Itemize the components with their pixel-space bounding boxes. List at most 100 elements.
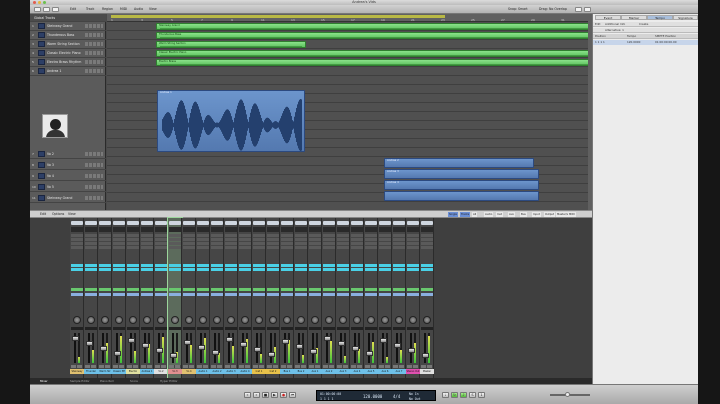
channel-strip[interactable]: Inst 1 [252,218,266,378]
eq-display[interactable] [197,227,209,232]
pan-knob-icon[interactable] [199,316,207,324]
output-slot[interactable] [379,293,391,296]
mute-solo-buttons[interactable] [113,365,125,368]
channel-strip[interactable]: Master [420,218,434,378]
track-header[interactable]: 5 Electro Brass Rhythm [30,58,106,67]
tempo-row[interactable]: 1 1 1 1 120.0000 01:00:00:00.00 [593,40,698,45]
channel-strip[interactable]: Audio 4 [238,218,252,378]
send-slot[interactable] [295,264,307,267]
plugin-slot[interactable] [225,246,237,249]
channel-strip[interactable]: Inst 2 [266,218,280,378]
send-slot[interactable] [211,264,223,267]
setting-button[interactable] [99,221,111,225]
region-electro-brass[interactable]: Electro Brass [156,59,592,66]
input-slot[interactable] [239,288,251,291]
plugin-slot[interactable] [169,238,181,241]
input-slot[interactable] [211,288,223,291]
setting-button[interactable] [183,221,195,225]
plugin-slot[interactable] [155,246,167,249]
eq-display[interactable] [99,227,111,232]
setting-button[interactable] [85,221,97,225]
channel-strip[interactable]: Steinway [70,218,84,378]
plugin-slot[interactable] [211,246,223,249]
tab-event[interactable]: Event [595,15,621,20]
mute-solo-buttons[interactable] [85,69,103,73]
plugin-slot[interactable] [197,246,209,249]
plugin-slot[interactable] [225,238,237,241]
pan-knob-icon[interactable] [101,316,109,324]
output-slot[interactable] [197,293,209,296]
channel-strip[interactable]: Aux 6 [378,218,392,378]
plugin-slot[interactable] [155,238,167,241]
menu-midi[interactable]: MIDI [120,7,127,12]
input-slot[interactable] [323,288,335,291]
drag-select[interactable]: No Overlap [549,7,567,12]
channel-strip[interactable]: Aux 5 [364,218,378,378]
bottom-tab[interactable]: Sample Editor [70,379,90,383]
channel-strip[interactable]: Vo 2 [154,218,168,378]
output-slot[interactable] [85,293,97,296]
plugin-slot[interactable] [71,234,83,237]
region-thunderous-bass[interactable]: Thunderous Bass [156,32,592,39]
output-slot[interactable] [211,293,223,296]
plugin-slot[interactable] [393,234,405,237]
mute-solo-buttons[interactable] [407,365,419,368]
fader-track[interactable] [284,333,286,363]
additional-info-toggle[interactable]: Additional Info [605,22,625,27]
fader-handle[interactable] [72,336,79,341]
output-slot[interactable] [281,293,293,296]
plugin-slot[interactable] [225,234,237,237]
pan-knob-icon[interactable] [115,316,123,324]
plugin-slot[interactable] [85,246,97,249]
fader-handle[interactable] [394,343,401,348]
plugin-slot[interactable] [239,234,251,237]
plugin-slot[interactable] [351,234,363,237]
mute-solo-buttons[interactable] [85,51,103,55]
input-slot[interactable] [337,288,349,291]
fader-handle[interactable] [86,341,93,346]
plugin-slot[interactable] [365,246,377,249]
plugin-slot[interactable] [421,246,433,249]
plugin-slot[interactable] [379,238,391,241]
mute-solo-buttons[interactable] [85,24,103,28]
fader-track[interactable] [88,333,90,363]
solo-icon[interactable]: S [469,392,476,398]
plugin-slot[interactable] [295,238,307,241]
channel-strip[interactable]: Audio 1 [196,218,210,378]
channel-strip[interactable]: Audio 2 [210,218,224,378]
library-button[interactable] [34,7,41,12]
mixer-filter-button[interactable]: Input [532,212,541,217]
setting-button[interactable] [225,221,237,225]
send-slot[interactable] [113,268,125,271]
input-slot[interactable] [281,288,293,291]
channel-strip[interactable]: Bus 1 [280,218,294,378]
column-tempo[interactable]: Tempo [627,34,636,39]
pan-knob-icon[interactable] [311,316,319,324]
pan-knob-icon[interactable] [339,316,347,324]
eq-display[interactable] [141,227,153,232]
channel-strip[interactable]: Aux 2 [322,218,336,378]
mixer-filter-button[interactable]: Output [544,212,556,217]
plugin-slot[interactable] [99,234,111,237]
plugin-slot[interactable] [295,246,307,249]
pan-knob-icon[interactable] [409,316,417,324]
mixer-filter-button[interactable]: Single [448,212,458,217]
send-slot[interactable] [99,268,111,271]
cycle-icon[interactable]: ↻ [451,392,458,398]
channel-strip[interactable]: Aux 4 [350,218,364,378]
fader-handle[interactable] [198,345,205,350]
setting-button[interactable] [155,221,167,225]
send-slot[interactable] [295,268,307,271]
rewind-icon[interactable]: « [244,392,251,398]
mute-solo-buttons[interactable] [267,365,279,368]
fader-handle[interactable] [254,347,261,352]
mute-solo-buttons[interactable] [197,365,209,368]
mixer-filter-button[interactable]: MIDI [568,212,576,217]
eq-display[interactable] [253,227,265,232]
fader-handle[interactable] [422,353,429,358]
plugin-slot[interactable] [337,246,349,249]
plugin-slot[interactable] [407,234,419,237]
play-icon[interactable]: ▶ [271,392,278,398]
mute-solo-buttons[interactable] [85,365,97,368]
plugin-slot[interactable] [183,238,195,241]
